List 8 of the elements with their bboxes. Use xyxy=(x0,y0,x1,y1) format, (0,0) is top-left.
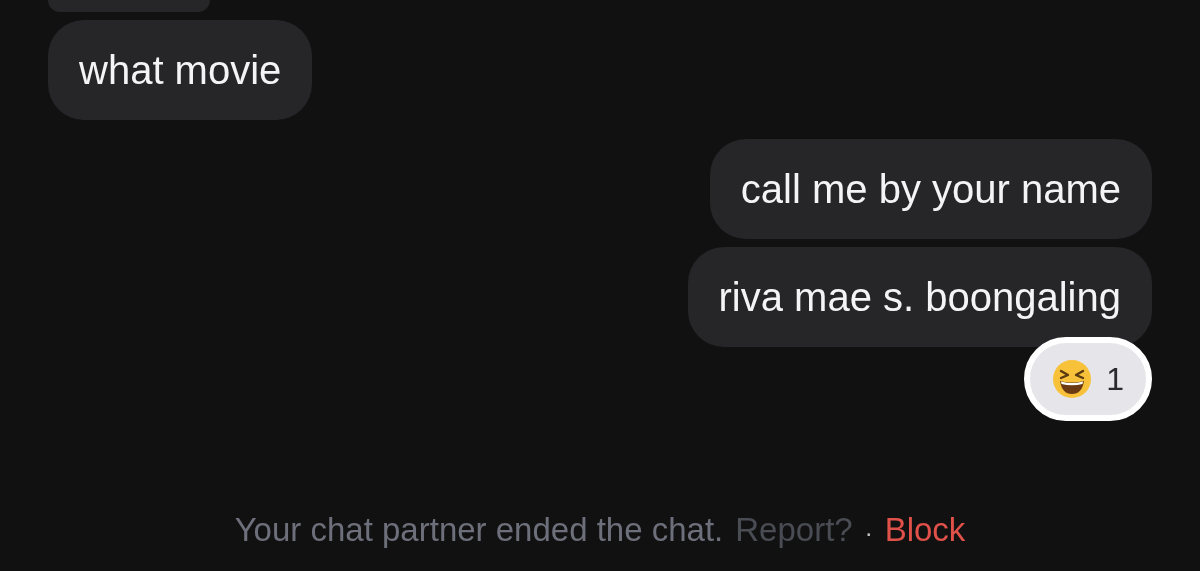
message-bubble: riva mae s. boongaling xyxy=(687,247,1152,347)
block-link[interactable]: Block xyxy=(884,511,966,549)
message-bubble: call me by your name xyxy=(709,139,1152,239)
reaction-badge[interactable]: 1 xyxy=(1024,337,1152,421)
message-bubble: what movie xyxy=(48,20,313,120)
separator-dot: · xyxy=(864,519,873,547)
chat-ended-notice: Your chat partner ended the chat. xyxy=(234,511,724,549)
laughing-face-icon xyxy=(1052,359,1093,399)
